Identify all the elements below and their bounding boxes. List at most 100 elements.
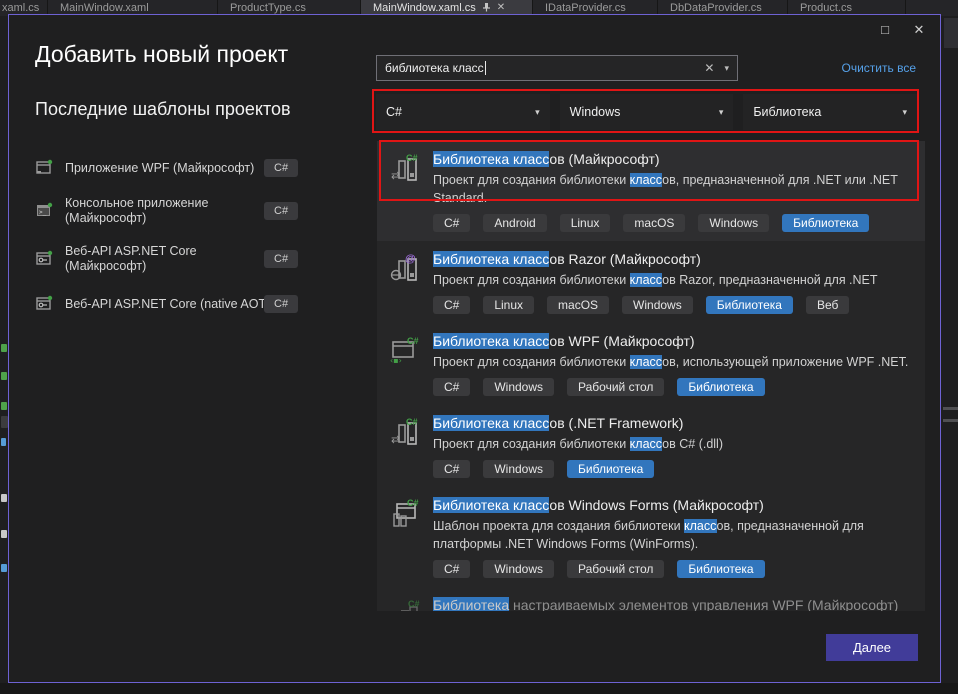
language-filter-dropdown[interactable]: C# ▾	[376, 94, 550, 130]
clear-search-icon[interactable]: ✕	[704, 61, 714, 75]
template-description-text: ов, использующей приложение WPF .NET.	[662, 355, 908, 369]
background-code-fragment	[1, 372, 7, 380]
template-tag-badge: C#	[433, 560, 470, 578]
template-title-text: ов Razor (Майкрософт)	[549, 251, 700, 267]
language-filter-value: C#	[386, 105, 402, 119]
template-title: Библиотека классов (Майкрософт)	[433, 150, 915, 169]
svg-text:C#: C#	[406, 417, 418, 427]
template-body: Библиотека классов Razor (Майкрософт)Про…	[433, 250, 915, 314]
sidebar-recent-template-1[interactable]: >_Консольное приложение(Майкрософт)C#	[35, 189, 353, 233]
template-tag-badge: Linux	[560, 214, 611, 232]
template-description-text: класс	[630, 355, 663, 369]
template-description: Проект для создания библиотеки классов R…	[433, 271, 915, 289]
template-tag-badge: Android	[483, 214, 546, 232]
chevron-down-icon[interactable]: ▾	[724, 63, 729, 74]
wpf-library-icon: C# ‹▪›	[389, 332, 423, 396]
template-title-text: ов Windows Forms (Майкрософт)	[549, 497, 763, 513]
background-bottom	[0, 683, 958, 694]
background-code-fragment	[1, 564, 7, 572]
filter-row: C# ▾ Windows ▾ Библиотека ▾	[376, 94, 917, 130]
template-description-text: ов Razor, предназначенной для .NET	[662, 273, 877, 287]
template-tag-badge: macOS	[623, 214, 685, 232]
template-item-0[interactable]: C#⇄Библиотека классов (Майкрософт)Проект…	[377, 141, 925, 241]
console-app-icon: >_	[35, 201, 55, 221]
template-results-list: C#⇄Библиотека классов (Майкрософт)Проект…	[377, 141, 925, 611]
template-body: Библиотека настраиваемых элементов управ…	[433, 596, 915, 611]
background-editor-right-edge	[941, 16, 958, 683]
template-title-text: ов (Майкрософт)	[549, 151, 659, 167]
template-body: Библиотека классов (Майкрософт)Проект дл…	[433, 150, 915, 232]
template-tag-badge: Рабочий стол	[567, 378, 664, 396]
wpf-app-icon	[35, 158, 55, 178]
maximize-button[interactable]: □	[868, 17, 902, 43]
scrollbar-marker	[943, 407, 958, 410]
template-tags: C#LinuxmacOSWindowsБиблиотекаВеб	[433, 296, 915, 314]
template-item-4[interactable]: C#Библиотека классов Windows Forms (Майк…	[377, 487, 925, 587]
template-description-text: Шаблон проекта для создания библиотеки	[433, 519, 684, 533]
template-title-text: Библиотека	[433, 597, 509, 611]
svg-text:‹▪›: ‹▪›	[390, 356, 402, 365]
background-code-editor	[0, 16, 8, 683]
template-tag-badge: C#	[433, 296, 470, 314]
platform-filter-dropdown[interactable]: Windows ▾	[560, 94, 734, 130]
close-tab-icon[interactable]: ✕	[497, 3, 505, 13]
background-code-fragment	[1, 416, 8, 428]
template-description: Проект для создания библиотеки классов C…	[433, 435, 915, 453]
next-button[interactable]: Далее	[826, 634, 918, 661]
template-body: Библиотека классов (.NET Framework) Проек…	[433, 414, 915, 478]
scrollbar-marker	[943, 419, 958, 422]
search-text: библиотека класс	[377, 61, 484, 75]
svg-text:C#: C#	[407, 498, 419, 508]
template-title-text: Библиотека класс	[433, 415, 549, 431]
template-tags: C#WindowsБиблиотека	[433, 460, 915, 478]
language-badge: C#	[264, 250, 298, 268]
template-description-text: класс	[630, 173, 663, 187]
template-title-text: ов (.NET Framework)	[549, 415, 683, 431]
close-button[interactable]: ✕	[902, 17, 936, 43]
razor-library-icon: @	[389, 250, 423, 314]
webapi-icon	[35, 249, 55, 269]
template-item-5[interactable]: C#Библиотека настраиваемых элементов упр…	[377, 587, 925, 611]
template-tag-badge: Библиотека	[782, 214, 869, 232]
template-tag-badge: Рабочий стол	[567, 560, 664, 578]
pin-icon[interactable]	[482, 2, 491, 15]
template-tag-badge: C#	[433, 460, 470, 478]
template-tag-badge: macOS	[547, 296, 609, 314]
template-description-text: класс	[684, 519, 717, 533]
sidebar-recent-template-3[interactable]: Веб-API ASP.NET Core (native AOT)C#	[35, 289, 353, 319]
template-tag-badge: Windows	[483, 378, 554, 396]
template-description-text: Проект для создания библиотеки	[433, 437, 630, 451]
template-description-text: ов C# (.dll)	[662, 437, 723, 451]
svg-text:>_: >_	[39, 209, 47, 216]
template-description-text: Проект для создания библиотеки	[433, 173, 630, 187]
template-title-text: настраиваемых элементов управления WPF (…	[509, 597, 898, 611]
chevron-down-icon: ▾	[902, 107, 907, 118]
recent-template-name: Приложение WPF (Майкрософт)	[65, 161, 254, 176]
chevron-down-icon: ▾	[719, 107, 724, 118]
template-title-text: Библиотека класс	[433, 497, 549, 513]
project-type-filter-dropdown[interactable]: Библиотека ▾	[743, 94, 917, 130]
search-input[interactable]: библиотека класс ✕ ▾	[376, 55, 738, 81]
template-tag-badge: Windows	[622, 296, 693, 314]
template-item-3[interactable]: C#⇄Библиотека классов (.NET Framework)Пр…	[377, 405, 925, 487]
template-body: Библиотека классов Windows Forms (Майкро…	[433, 496, 915, 578]
svg-text:@: @	[405, 253, 416, 265]
close-icon: ✕	[914, 22, 925, 37]
sidebar-recent-template-2[interactable]: Веб-API ASP.NET Core(Майкрософт)C#	[35, 237, 353, 281]
text-cursor	[485, 61, 486, 75]
language-badge: C#	[264, 202, 298, 220]
clear-all-link[interactable]: Очистить все	[842, 61, 916, 75]
background-code-fragment	[1, 530, 7, 538]
background-code-fragment	[1, 402, 7, 410]
editor-scrollbar[interactable]	[944, 18, 958, 48]
template-tag-badge: Веб	[806, 296, 849, 314]
svg-text:C#: C#	[407, 336, 419, 346]
template-item-1[interactable]: @ Библиотека классов Razor (Майкрософт)Пр…	[377, 241, 925, 323]
template-description-text: класс	[630, 437, 663, 451]
template-description: Проект для создания библиотеки классов, …	[433, 171, 915, 207]
template-item-2[interactable]: C#‹▪›Библиотека классов WPF (Майкрософт)…	[377, 323, 925, 405]
class-library-icon: C#⇄	[389, 150, 423, 232]
maximize-icon: □	[881, 22, 889, 37]
sidebar-recent-template-0[interactable]: Приложение WPF (Майкрософт)C#	[35, 153, 353, 183]
template-tag-badge: C#	[433, 378, 470, 396]
